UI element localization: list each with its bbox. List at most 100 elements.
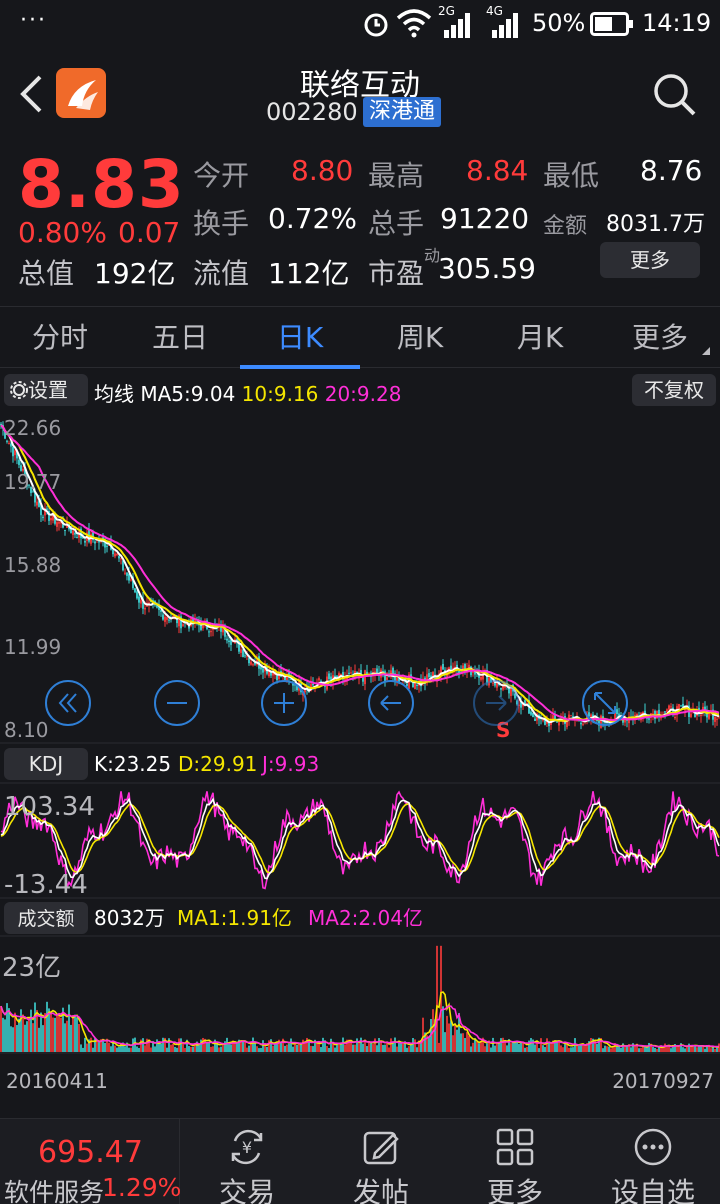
volume-bar	[338, 1043, 340, 1052]
volume-bar	[362, 1043, 364, 1052]
zoom-in-button[interactable]	[261, 680, 307, 726]
open-value: 8.80	[291, 154, 354, 187]
candle-body	[414, 682, 416, 689]
volume-bar	[44, 1012, 46, 1052]
volume-bar	[470, 1046, 472, 1052]
volume-y-top: 23亿	[2, 953, 61, 983]
volume-bar	[150, 1047, 152, 1052]
candle-body	[530, 711, 532, 715]
volume-bar	[256, 1046, 258, 1052]
ma-lines	[0, 424, 720, 724]
volume-bar	[70, 1024, 72, 1052]
volume-bar	[602, 1048, 604, 1052]
volume-bar	[192, 1046, 194, 1052]
amount-label: 金额	[543, 214, 588, 239]
candle-body	[648, 718, 650, 720]
volume-bar	[486, 1043, 488, 1052]
volume-bar	[416, 1047, 418, 1052]
volume-bar	[374, 1038, 376, 1052]
volume-bar	[428, 1036, 430, 1052]
candle-body	[228, 640, 230, 642]
candle-body	[36, 501, 38, 506]
candle-body	[428, 673, 430, 678]
status-bar: ··· 2G 4G 50% 14:19	[0, 0, 720, 48]
volume-bar	[544, 1046, 546, 1052]
nav-add-watchlist[interactable]: 设自选	[586, 1119, 720, 1204]
grid-icon	[496, 1128, 534, 1166]
candle-body	[690, 713, 692, 717]
settings-button[interactable]: 设置	[4, 374, 88, 406]
volume-bar	[604, 1045, 606, 1052]
volume-bar	[198, 1044, 200, 1052]
volume-bar	[548, 1042, 550, 1052]
volume-bar	[312, 1046, 314, 1052]
volume-bar	[260, 1047, 262, 1052]
volume-bar	[480, 1041, 482, 1052]
candle-body	[118, 556, 120, 559]
tab-daily-k[interactable]: 日K	[240, 307, 360, 369]
tab-intraday[interactable]: 分时	[0, 307, 120, 369]
bottom-nav: 695.47 软件服务 1.29% ¥ 交易 发帖 更多 设自选	[0, 1118, 720, 1204]
candle-body	[362, 677, 364, 682]
market-cap: 192亿	[94, 257, 176, 290]
volume-bar	[526, 1046, 528, 1052]
nav-more[interactable]: 更多	[448, 1119, 582, 1204]
volume-bar	[532, 1039, 534, 1052]
candle-body	[502, 686, 504, 690]
tab-five-day[interactable]: 五日	[120, 307, 240, 369]
dropdown-triangle-icon	[702, 347, 710, 355]
volume-bar	[26, 1021, 28, 1052]
tab-monthly-k[interactable]: 月K	[480, 307, 600, 369]
volume-bar	[450, 1020, 452, 1052]
nav-trade[interactable]: ¥ 交易	[180, 1119, 314, 1204]
volume-bar	[682, 1047, 684, 1052]
volume-bar	[78, 1023, 80, 1052]
volume-bar	[466, 1032, 468, 1052]
adjust-button[interactable]: 不复权	[632, 374, 716, 406]
more-quote-button[interactable]: 更多	[600, 242, 700, 278]
index-ticker[interactable]: 695.47 软件服务 1.29%	[0, 1119, 181, 1204]
ma5-line	[0, 424, 720, 724]
volume-bars	[0, 945, 720, 1052]
candle-body	[46, 508, 48, 510]
volume-bar	[512, 1041, 514, 1052]
candle-body	[18, 459, 20, 465]
volume-bar	[500, 1038, 502, 1052]
volume-label: 总手	[368, 207, 425, 240]
candle-body	[450, 665, 452, 670]
volume-bar	[72, 1015, 74, 1052]
volume-bar	[618, 1046, 620, 1052]
index-value: 695.47	[38, 1135, 143, 1170]
volume-bar	[438, 1042, 440, 1052]
connect-tag[interactable]: 深港通	[363, 97, 442, 127]
volume-value: 91220	[440, 202, 530, 235]
nav-post[interactable]: 发帖	[314, 1119, 448, 1204]
y-label-4: 11.99	[4, 635, 61, 659]
scroll-left-button[interactable]	[368, 680, 414, 726]
arrow-left-icon	[380, 695, 401, 711]
scroll-left-fast-button[interactable]	[45, 680, 91, 726]
zoom-out-button[interactable]	[154, 680, 200, 726]
volume-bar	[388, 1047, 390, 1052]
candle-body	[130, 579, 132, 581]
search-icon[interactable]	[652, 72, 698, 118]
volume-bar	[356, 1038, 358, 1052]
candle-body	[12, 446, 14, 457]
tab-weekly-k[interactable]: 周K	[360, 307, 480, 369]
y-label-2: 19.77	[4, 470, 61, 494]
volume-bar	[210, 1046, 212, 1052]
volume-bar	[448, 1023, 450, 1052]
chart-area[interactable]: 22.66 19.77 15.88 11.99 8.10 S KDJ K:23.…	[0, 406, 720, 1096]
volume-bar	[22, 1014, 24, 1052]
volume-bar	[228, 1044, 230, 1052]
volume-bar	[310, 1045, 312, 1052]
turnover-label: 换手	[193, 207, 250, 240]
tab-more[interactable]: 更多	[600, 307, 720, 369]
candle-body	[674, 716, 676, 719]
volume-bar	[16, 1025, 18, 1052]
volume-bar	[190, 1046, 192, 1052]
volume-bar	[254, 1042, 256, 1052]
candle-body	[94, 541, 96, 544]
candle-body	[480, 677, 482, 680]
volume-bar	[444, 1032, 446, 1052]
